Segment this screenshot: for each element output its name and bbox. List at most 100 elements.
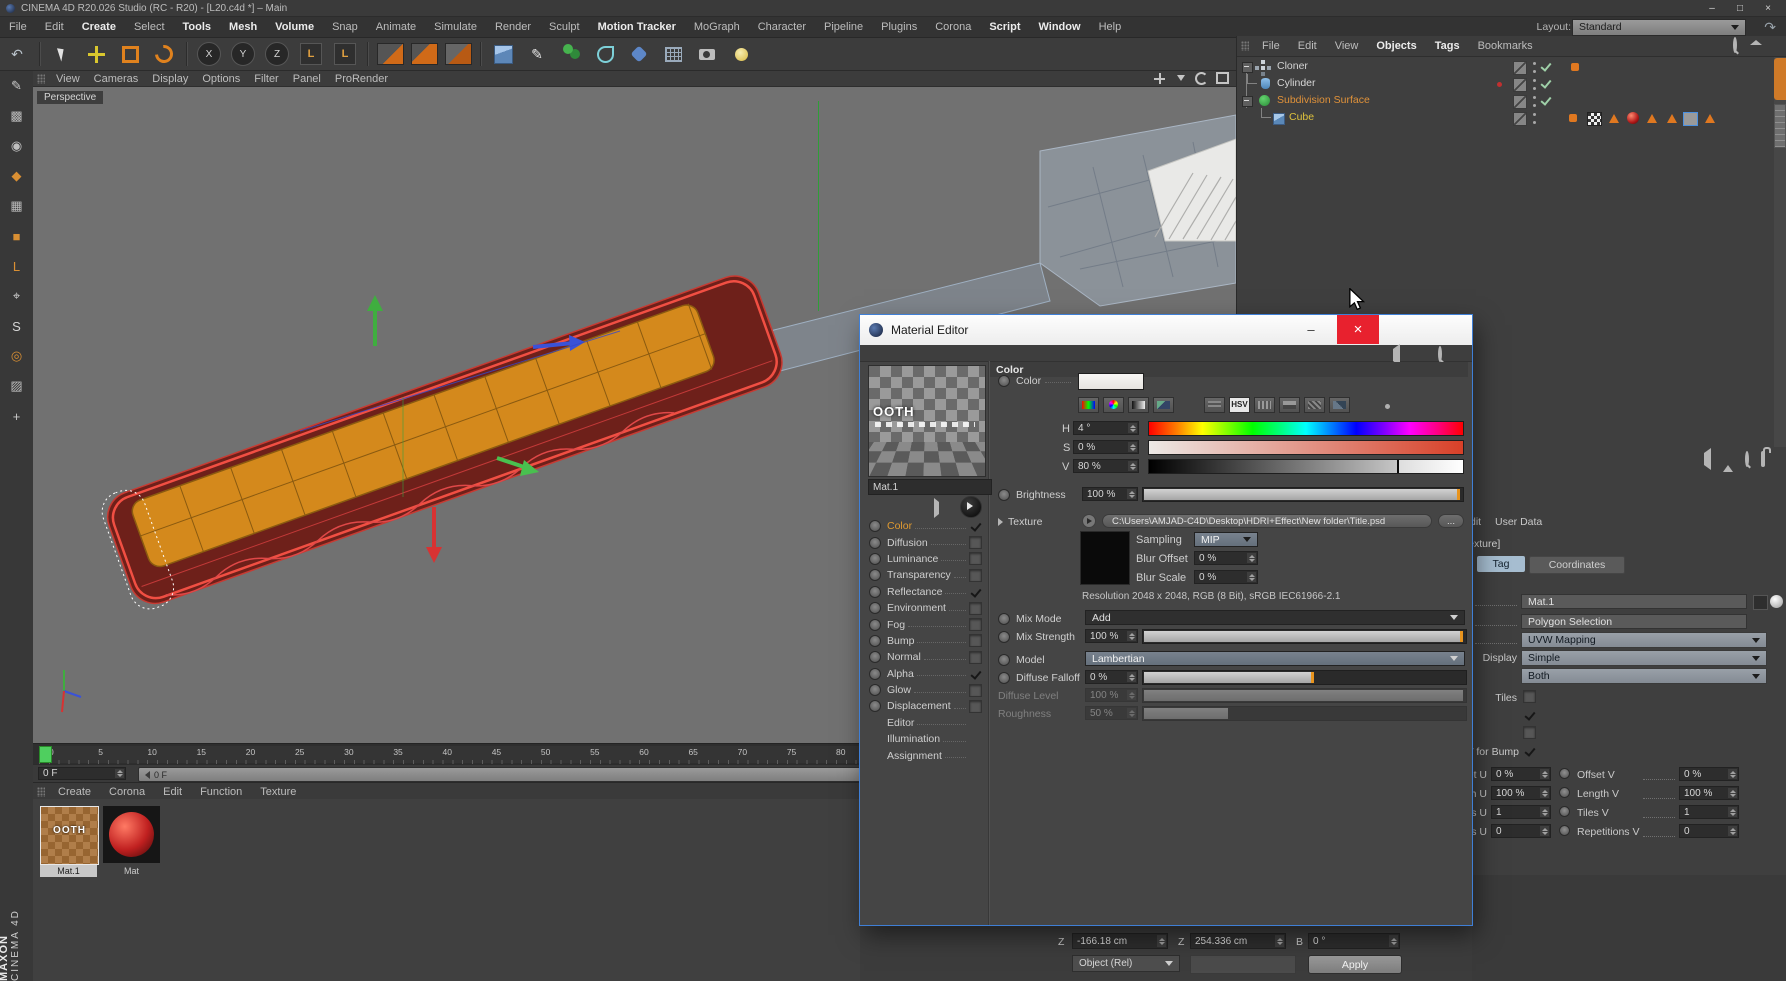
menu-item[interactable]: Edit	[36, 21, 73, 33]
v-field[interactable]: 80 %	[1073, 459, 1139, 473]
viewport-zoom-button[interactable]	[1173, 72, 1188, 84]
hue-gradient-slider[interactable]	[1148, 421, 1464, 436]
diffuse-falloff-field[interactable]: 0 %	[1085, 670, 1138, 684]
window-minimize-button[interactable]: –	[1698, 0, 1726, 16]
channel-checkbox[interactable]	[969, 667, 982, 680]
radio-icon[interactable]	[998, 672, 1010, 684]
coord-system-button[interactable]: L	[296, 40, 326, 68]
spline-pen-button[interactable]: ✎	[522, 40, 552, 68]
up-button[interactable]	[1723, 453, 1733, 465]
enable-dots-icon[interactable]	[1533, 113, 1537, 124]
object-manager-menu-item[interactable]: View	[1326, 40, 1368, 52]
texture-arrow-button[interactable]	[1082, 514, 1096, 528]
menu-item[interactable]: Simulate	[425, 21, 486, 33]
phong-tag-icon[interactable]	[1667, 114, 1677, 123]
channel-row[interactable]: Luminance	[864, 551, 986, 567]
texture-path-button[interactable]: C:\Users\AMJAD-C4D\Desktop\HDRI+Effect\N…	[1102, 514, 1432, 528]
link-radio-icon[interactable]	[1559, 825, 1570, 836]
mixing-mode-icon[interactable]	[1279, 397, 1300, 413]
diffuse-falloff-slider[interactable]	[1142, 670, 1467, 685]
docked-panel-tab[interactable]	[1774, 58, 1786, 100]
camera-button[interactable]	[692, 40, 722, 68]
channel-row[interactable]: Environment	[864, 600, 986, 616]
checkbox-checked[interactable]	[1523, 708, 1536, 721]
texture-browse-button[interactable]: ...	[1438, 514, 1464, 528]
scale-tool-button[interactable]	[115, 40, 145, 68]
phong-tag-icon[interactable]	[1609, 114, 1619, 123]
material-name-field[interactable]: Mat.1	[868, 479, 992, 495]
mix-strength-slider[interactable]	[1142, 629, 1467, 644]
enable-dots-icon[interactable]	[1533, 96, 1537, 107]
find-button[interactable]	[1745, 453, 1749, 465]
link-radio-icon[interactable]	[1559, 787, 1570, 798]
hsv-mode-button[interactable]: HSV	[1229, 397, 1250, 413]
brightness-slider[interactable]	[1142, 487, 1464, 502]
channel-row[interactable]: Diffusion	[864, 534, 986, 550]
menu-item[interactable]: Render	[486, 21, 540, 33]
spinner-icon[interactable]	[1157, 935, 1166, 947]
axis-x-lock-button[interactable]: X	[194, 40, 224, 68]
channel-checkbox[interactable]	[969, 618, 982, 631]
axis-y-lock-button[interactable]: Y	[228, 40, 258, 68]
viewport-menu-item[interactable]: Filter	[247, 73, 285, 85]
spinner-icon[interactable]	[1389, 935, 1398, 947]
spinner-icon[interactable]	[115, 769, 124, 778]
material-link-field[interactable]: Mat.1	[1521, 594, 1747, 609]
menu-item[interactable]: MoGraph	[685, 21, 749, 33]
phong-tag-icon[interactable]	[1647, 114, 1657, 123]
channel-radio-icon[interactable]	[869, 569, 881, 581]
channel-checkbox[interactable]	[969, 569, 982, 582]
palette-tool-button[interactable]: ▩	[0, 101, 33, 131]
object-manager-menu-item[interactable]: Objects	[1367, 40, 1425, 52]
spinner-icon[interactable]	[1540, 769, 1549, 779]
menu-item[interactable]: Script	[980, 21, 1029, 33]
viewport-menu-item[interactable]: Display	[145, 73, 195, 85]
radio-icon[interactable]	[998, 654, 1010, 666]
render-picture-viewer-button[interactable]	[409, 40, 439, 68]
enable-dots-icon[interactable]	[1533, 62, 1537, 73]
menu-item[interactable]: Corona	[926, 21, 980, 33]
menu-item[interactable]: Sculpt	[540, 21, 589, 33]
palette-tool-button[interactable]: ▨	[0, 371, 33, 401]
tiles-checkbox[interactable]	[1523, 690, 1536, 703]
menu-item[interactable]: Animate	[367, 21, 425, 33]
spinner-icon[interactable]	[1728, 826, 1737, 836]
viewport-toggle-button[interactable]	[1215, 72, 1230, 84]
menu-item[interactable]: Help	[1090, 21, 1131, 33]
side-select[interactable]: Both	[1521, 668, 1767, 684]
back-button[interactable]	[1393, 349, 1400, 361]
material-thumbnail-mat2[interactable]	[103, 806, 160, 863]
spinner-icon[interactable]	[1540, 807, 1549, 817]
uv-left-field[interactable]: 1	[1491, 805, 1551, 819]
attr-userdata-menu[interactable]: User Data	[1495, 516, 1542, 528]
channel-radio-icon[interactable]	[869, 602, 881, 614]
spinner-icon[interactable]	[1247, 572, 1256, 582]
visibility-check-icon[interactable]	[1540, 94, 1551, 106]
object-manager-menu-item[interactable]: Edit	[1289, 40, 1326, 52]
apply-button[interactable]: Apply	[1308, 955, 1402, 974]
channel-radio-icon[interactable]	[869, 651, 881, 663]
layout-select[interactable]: Standard	[1572, 19, 1746, 36]
value-gradient-slider[interactable]	[1148, 459, 1464, 474]
link-radio-icon[interactable]	[1559, 768, 1570, 779]
layer-toggle-icon[interactable]	[1513, 95, 1527, 109]
dialog-titlebar[interactable]: Material Editor – □ ×	[860, 315, 1472, 346]
channel-row[interactable]: Reflectance	[864, 584, 986, 600]
image-icon[interactable]	[1153, 397, 1174, 413]
palette-tool-button[interactable]: ◎	[0, 341, 33, 371]
viewport-pan-button[interactable]	[1152, 72, 1167, 84]
palette-tool-button[interactable]: ■	[0, 221, 33, 251]
spinner-icon[interactable]	[1127, 631, 1136, 641]
live-selection-button[interactable]	[47, 40, 77, 68]
expand-icon[interactable]	[998, 518, 1003, 526]
channel-radio-icon[interactable]	[869, 635, 881, 647]
channel-checkbox[interactable]	[969, 651, 982, 664]
z1-field[interactable]: -166.18 cm	[1072, 933, 1168, 949]
viewport-menu-item[interactable]: Options	[195, 73, 247, 85]
menu-item[interactable]: File	[0, 21, 36, 33]
menu-item[interactable]: Motion Tracker	[589, 21, 685, 33]
channel-row[interactable]: Alpha	[864, 666, 986, 682]
channel-radio-icon[interactable]	[869, 586, 881, 598]
lock-button[interactable]	[1761, 453, 1765, 465]
channel-checkbox[interactable]	[969, 536, 982, 549]
